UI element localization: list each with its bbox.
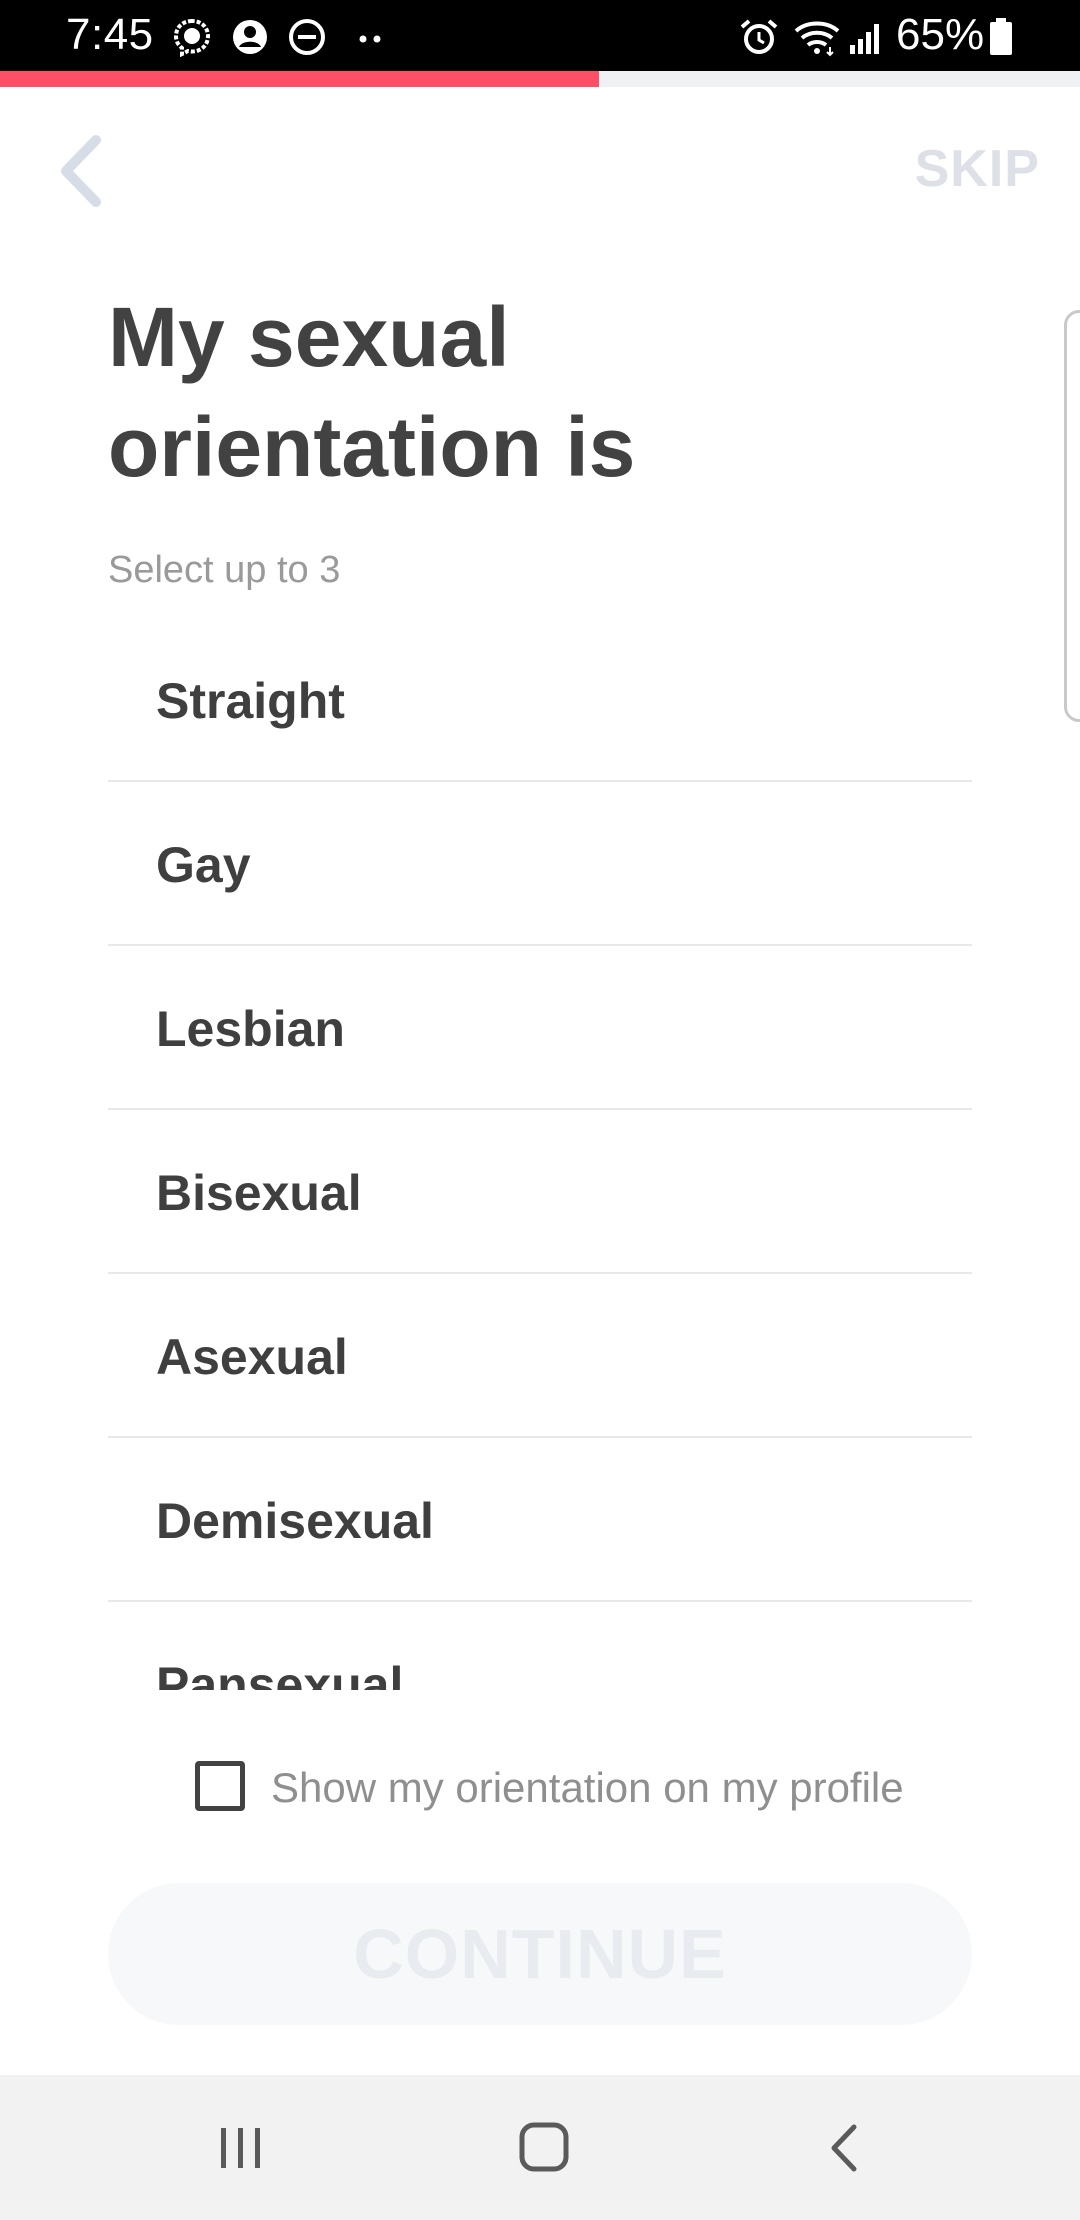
scroll-indicator <box>1064 310 1080 722</box>
option-label: Asexual <box>156 1329 348 1385</box>
screen: 7:45 65% SKIP My sexual orientation is S… <box>0 0 1080 2220</box>
recents-button[interactable] <box>171 2075 311 2220</box>
option-bisexual[interactable]: Bisexual <box>108 1110 972 1274</box>
battery-icon <box>988 17 1014 62</box>
option-gay[interactable]: Gay <box>108 782 972 946</box>
option-label: Straight <box>156 673 345 729</box>
back-button[interactable] <box>44 126 124 216</box>
option-pansexual[interactable]: Pansexual <box>108 1602 972 1690</box>
messenger-icon <box>172 17 212 62</box>
page-title-line1: My sexual <box>108 290 510 384</box>
status-bar: 7:45 65% <box>0 0 1080 71</box>
more-dots-icon <box>356 17 386 62</box>
option-asexual[interactable]: Asexual <box>108 1274 972 1438</box>
option-label: Gay <box>156 837 251 893</box>
continue-button[interactable]: CONTINUE <box>108 1883 972 2025</box>
progress-fill <box>0 71 600 87</box>
selection-hint: Select up to 3 <box>108 549 341 591</box>
skip-button[interactable]: SKIP <box>880 137 1040 201</box>
home-button[interactable] <box>473 2075 613 2220</box>
option-straight[interactable]: Straight <box>108 618 972 782</box>
battery-percent: 65% <box>896 10 985 59</box>
option-label: Lesbian <box>156 1001 345 1057</box>
system-back-button[interactable] <box>776 2075 916 2220</box>
do-not-disturb-icon <box>287 17 327 62</box>
signal-icon <box>848 17 884 62</box>
system-nav-bar <box>0 2075 1080 2220</box>
option-demisexual[interactable]: Demisexual <box>108 1438 972 1602</box>
chevron-left-icon <box>61 135 101 207</box>
alarm-icon <box>737 17 781 62</box>
back-icon <box>831 2124 857 2172</box>
status-time: 7:45 <box>66 10 154 59</box>
page-title-line2: orientation is <box>108 400 636 494</box>
orientation-options-list[interactable]: Straight Gay Lesbian Bisexual Asexual De… <box>108 618 972 1690</box>
show-orientation-label: Show my orientation on my profile <box>271 1764 904 1811</box>
recents-icon <box>221 2128 260 2168</box>
option-label: Pansexual <box>156 1657 404 1690</box>
option-label: Demisexual <box>156 1493 434 1549</box>
page-title: My sexual orientation is <box>108 282 968 502</box>
show-orientation-checkbox[interactable] <box>195 1761 245 1811</box>
account-circle-icon <box>230 17 270 62</box>
home-icon <box>519 2122 569 2172</box>
wifi-icon <box>792 17 842 62</box>
option-label: Bisexual <box>156 1165 362 1221</box>
progress-bar <box>0 71 1080 87</box>
option-lesbian[interactable]: Lesbian <box>108 946 972 1110</box>
